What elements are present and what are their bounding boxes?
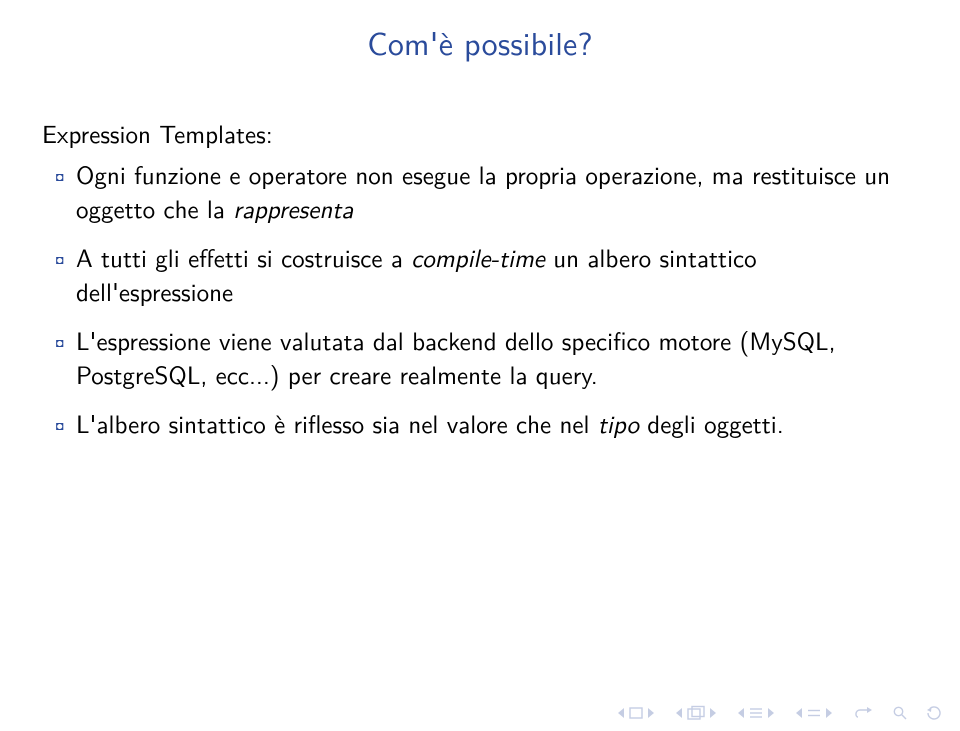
- nav-next-slide-icon[interactable]: [646, 706, 656, 720]
- list-item: L'albero sintattico è riflesso sia nel v…: [42, 406, 912, 441]
- list-item-text: degli oggetti.: [639, 404, 784, 441]
- content-body: Expression Templates: Ogni funzione e op…: [42, 116, 912, 454]
- nav-section-group: [794, 706, 834, 720]
- nav-search-icon[interactable]: [892, 705, 908, 721]
- list-item-text: L'espressione viene valutata dal backend…: [76, 321, 836, 393]
- nav-back-icon[interactable]: [852, 706, 874, 720]
- list-item: A tutti gli effetti si costruisce a comp…: [42, 240, 912, 309]
- nav-section-lines-icon[interactable]: [806, 706, 822, 720]
- list-item: Ogni funzione e operatore non esegue la …: [42, 157, 912, 226]
- nav-frames-icon[interactable]: [686, 705, 706, 721]
- nav-prev-subsection-icon[interactable]: [736, 706, 746, 720]
- nav-frame-group: [674, 705, 718, 721]
- beamer-nav-bar: [616, 705, 942, 721]
- bullet-list: Ogni funzione e operatore non esegue la …: [42, 157, 912, 441]
- list-item-text: L'albero sintattico è riflesso sia nel v…: [76, 404, 598, 441]
- page-title: Com'è possibile?: [0, 18, 960, 65]
- list-item-em: compile-time: [411, 238, 545, 275]
- nav-next-frame-icon[interactable]: [708, 706, 718, 720]
- list-item: L'espressione viene valutata dal backend…: [42, 323, 912, 392]
- nav-next-subsection-icon[interactable]: [766, 706, 776, 720]
- list-item-text: Ogni funzione e operatore non esegue la …: [76, 155, 890, 227]
- nav-slide-frame-icon[interactable]: [628, 706, 644, 720]
- nav-slide-group: [616, 706, 656, 720]
- list-item-text: A tutti gli effetti si costruisce a: [76, 238, 411, 275]
- body-heading: Expression Templates:: [42, 116, 912, 151]
- list-item-em: tipo: [598, 404, 639, 441]
- nav-subsection-lines-icon[interactable]: [748, 706, 764, 720]
- slide: Com'è possibile? Expression Templates: O…: [0, 0, 960, 731]
- nav-prev-section-icon[interactable]: [794, 706, 804, 720]
- list-item-em: rappresenta: [233, 189, 353, 226]
- nav-prev-frame-icon[interactable]: [674, 706, 684, 720]
- nav-subsection-group: [736, 706, 776, 720]
- nav-prev-slide-icon[interactable]: [616, 706, 626, 720]
- nav-circled-chevron-icon[interactable]: [926, 705, 942, 721]
- nav-next-section-icon[interactable]: [824, 706, 834, 720]
